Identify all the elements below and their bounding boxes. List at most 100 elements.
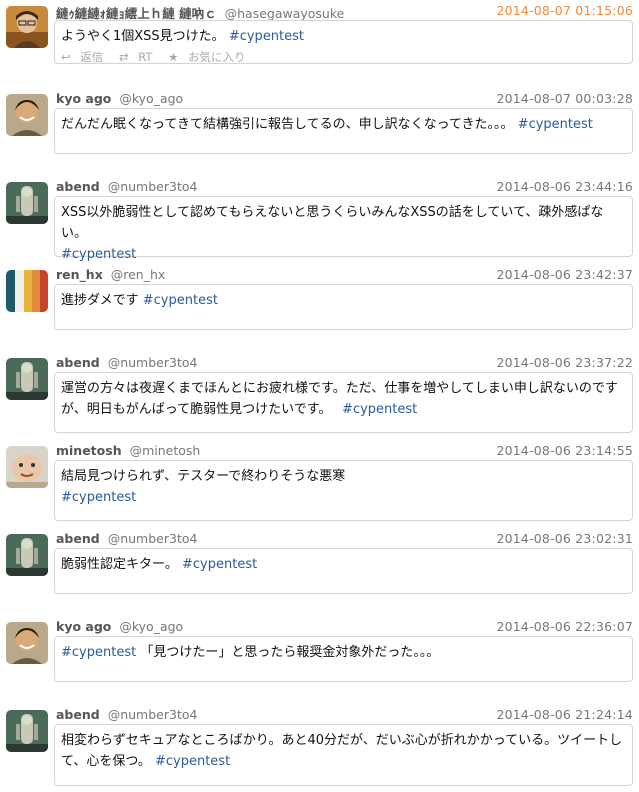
reply-button[interactable]: ↩ 返信 bbox=[61, 50, 109, 64]
timestamp[interactable]: 2014-08-06 22:36:07 bbox=[496, 619, 633, 634]
tweet-item: kyo ago @kyo_ago 2014-08-06 22:36:07 #cy… bbox=[0, 616, 639, 704]
avatar-photo bbox=[6, 182, 48, 224]
tweet-body: 運営の方々は夜遅くまでほんとにお疲れ様です。ただ、仕事を増やしてしまい申し訳ない… bbox=[61, 381, 618, 417]
hashtag-link[interactable]: #cypentest bbox=[61, 247, 136, 262]
tweet-item: abend @number3to4 2014-08-06 23:02:31 脆弱… bbox=[0, 528, 639, 616]
tweet-bubble: #cypentest 「見つけたー」と思ったら報奨金対象外だった。。。 bbox=[54, 636, 633, 682]
author-name[interactable]: abend bbox=[56, 179, 100, 194]
author-handle[interactable]: @number3to4 bbox=[108, 179, 198, 194]
avatar-photo bbox=[6, 94, 48, 136]
avatar-photo bbox=[6, 622, 48, 664]
hashtag-link[interactable]: #cypentest bbox=[342, 402, 417, 417]
author-name[interactable]: abend bbox=[56, 707, 100, 722]
author-handle[interactable]: @hasegawayosuke bbox=[225, 6, 345, 21]
author-name[interactable]: abend bbox=[56, 355, 100, 370]
author-name[interactable]: kyo ago bbox=[56, 91, 111, 106]
tweet-text: #cypentest 「見つけたー」と思ったら報奨金対象外だった。。。 bbox=[61, 642, 626, 663]
avatar-photo bbox=[6, 6, 48, 48]
author-handle[interactable]: @ren_hx bbox=[111, 267, 166, 282]
tweet-text: ようやく1個XSS見つけた。 #cypentest bbox=[61, 26, 626, 47]
tweet-body: XSS以外脆弱性として認めてもらえないと思うくらいみんなXSSの話をしていて、疎… bbox=[61, 205, 604, 241]
author-name[interactable]: ren_hx bbox=[56, 267, 103, 282]
tweet-item: 縺ｩ縺縺ｫ縺ｮ繧上ｈ縺 縺吶ｃ @hasegawayosuke 2014-08-… bbox=[0, 0, 639, 88]
timestamp[interactable]: 2014-08-07 00:03:28 bbox=[496, 91, 633, 106]
tweet-item: abend @number3to4 2014-08-06 23:37:22 運営… bbox=[0, 352, 639, 440]
timeline: 縺ｩ縺縺ｫ縺ｮ繧上ｈ縺 縺吶ｃ @hasegawayosuke 2014-08-… bbox=[0, 0, 639, 792]
avatar[interactable] bbox=[6, 710, 48, 752]
retweet-label: RT bbox=[138, 50, 153, 64]
star-icon: ★ bbox=[168, 50, 179, 64]
author-handle[interactable]: @number3to4 bbox=[108, 531, 198, 546]
avatar-photo bbox=[6, 446, 48, 488]
timestamp[interactable]: 2014-08-06 23:14:55 bbox=[496, 443, 633, 458]
tweet-body: 脆弱性認定キター。 bbox=[61, 557, 178, 572]
tweet-text: 運営の方々は夜遅くまでほんとにお疲れ様です。ただ、仕事を増やしてしまい申し訳ない… bbox=[61, 378, 626, 420]
author-name[interactable]: minetosh bbox=[56, 443, 122, 458]
avatar[interactable] bbox=[6, 94, 48, 136]
tweet-bubble: 脆弱性認定キター。 #cypentest bbox=[54, 548, 633, 594]
avatar-photo bbox=[6, 710, 48, 752]
avatar[interactable] bbox=[6, 6, 48, 48]
tweet-text: だんだん眠くなってきて結構強引に報告してるの、申し訳なくなってきた。。。 #cy… bbox=[61, 114, 626, 135]
timestamp[interactable]: 2014-08-06 21:24:14 bbox=[496, 707, 633, 722]
tweet-body: 「見つけたー」と思ったら報奨金対象外だった。。。 bbox=[140, 645, 440, 660]
author-handle[interactable]: @minetosh bbox=[130, 443, 201, 458]
retweet-button[interactable]: ⇄ RT bbox=[119, 50, 158, 64]
timestamp[interactable]: 2014-08-06 23:44:16 bbox=[496, 179, 633, 194]
tweet-item: abend @number3to4 2014-08-06 21:24:14 相変… bbox=[0, 704, 639, 792]
tweet-item: ren_hx @ren_hx 2014-08-06 23:42:37 進捗ダメで… bbox=[0, 264, 639, 352]
tweet-body: 進捗ダメです bbox=[61, 293, 139, 308]
tweet-body: 結局見つけられず、テスターで終わりそうな悪寒 bbox=[61, 469, 346, 484]
author-handle[interactable]: @number3to4 bbox=[108, 707, 198, 722]
tweet-bubble: だんだん眠くなってきて結構強引に報告してるの、申し訳なくなってきた。。。 #cy… bbox=[54, 108, 633, 154]
avatar[interactable] bbox=[6, 534, 48, 576]
avatar-photo bbox=[6, 534, 48, 576]
timestamp[interactable]: 2014-08-06 23:37:22 bbox=[496, 355, 633, 370]
tweet-actions: ↩ 返信 ⇄ RT ★ お気に入り bbox=[61, 49, 626, 65]
author-name[interactable]: kyo ago bbox=[56, 619, 111, 634]
favorite-button[interactable]: ★ お気に入り bbox=[168, 50, 251, 64]
favorite-label: お気に入り bbox=[188, 50, 246, 64]
hashtag-link[interactable]: #cypentest bbox=[61, 490, 136, 505]
avatar-photo bbox=[6, 270, 48, 312]
avatar[interactable] bbox=[6, 358, 48, 400]
tweet-body: 相変わらずセキュアなところばかり。あと40分だが、だいぶ心が折れかかっている。ツ… bbox=[61, 733, 623, 769]
hashtag-link[interactable]: #cypentest bbox=[155, 754, 230, 769]
tweet-text: XSS以外脆弱性として認めてもらえないと思うくらいみんなXSSの話をしていて、疎… bbox=[61, 202, 626, 265]
tweet-text: 相変わらずセキュアなところばかり。あと40分だが、だいぶ心が折れかかっている。ツ… bbox=[61, 730, 626, 772]
hashtag-link[interactable]: #cypentest bbox=[518, 117, 593, 132]
tweet-bubble: 運営の方々は夜遅くまでほんとにお疲れ様です。ただ、仕事を増やしてしまい申し訳ない… bbox=[54, 372, 633, 433]
tweet-text: 脆弱性認定キター。 #cypentest bbox=[61, 554, 626, 575]
tweet-bubble: 進捗ダメです #cypentest bbox=[54, 284, 633, 330]
timestamp[interactable]: 2014-08-07 01:15:06 bbox=[496, 3, 633, 18]
author-handle[interactable]: @kyo_ago bbox=[119, 619, 183, 634]
hashtag-link[interactable]: #cypentest bbox=[61, 645, 136, 660]
tweet-text: 進捗ダメです #cypentest bbox=[61, 290, 626, 311]
author-handle[interactable]: @number3to4 bbox=[108, 355, 198, 370]
reply-label: 返信 bbox=[80, 50, 104, 64]
avatar[interactable] bbox=[6, 446, 48, 488]
avatar-photo bbox=[6, 358, 48, 400]
timestamp[interactable]: 2014-08-06 23:42:37 bbox=[496, 267, 633, 282]
author-name[interactable]: abend bbox=[56, 531, 100, 546]
hashtag-link[interactable]: #cypentest bbox=[143, 293, 218, 308]
reply-icon: ↩ bbox=[61, 50, 71, 64]
tweet-bubble: 相変わらずセキュアなところばかり。あと40分だが、だいぶ心が折れかかっている。ツ… bbox=[54, 724, 633, 786]
avatar[interactable] bbox=[6, 270, 48, 312]
tweet-bubble: ようやく1個XSS見つけた。 #cypentest ↩ 返信 ⇄ RT ★ お気… bbox=[54, 20, 633, 64]
tweet-bubble: XSS以外脆弱性として認めてもらえないと思うくらいみんなXSSの話をしていて、疎… bbox=[54, 196, 633, 262]
tweet-body: だんだん眠くなってきて結構強引に報告してるの、申し訳なくなってきた。。。 bbox=[61, 117, 514, 132]
tweet-body: ようやく1個XSS見つけた。 bbox=[61, 29, 225, 44]
tweet-item: abend @number3to4 2014-08-06 23:44:16 XS… bbox=[0, 176, 639, 264]
tweet-text: 結局見つけられず、テスターで終わりそうな悪寒 #cypentest bbox=[61, 466, 626, 508]
tweet-bubble: 結局見つけられず、テスターで終わりそうな悪寒 #cypentest bbox=[54, 460, 633, 521]
tweet-item: kyo ago @kyo_ago 2014-08-07 00:03:28 だんだ… bbox=[0, 88, 639, 176]
timestamp[interactable]: 2014-08-06 23:02:31 bbox=[496, 531, 633, 546]
avatar[interactable] bbox=[6, 622, 48, 664]
author-name[interactable]: 縺ｩ縺縺ｫ縺ｮ繧上ｈ縺 縺吶ｃ bbox=[56, 6, 217, 21]
hashtag-link[interactable]: #cypentest bbox=[229, 29, 304, 44]
author-handle[interactable]: @kyo_ago bbox=[119, 91, 183, 106]
tweet-item: minetosh @minetosh 2014-08-06 23:14:55 結… bbox=[0, 440, 639, 528]
avatar[interactable] bbox=[6, 182, 48, 224]
hashtag-link[interactable]: #cypentest bbox=[182, 557, 257, 572]
